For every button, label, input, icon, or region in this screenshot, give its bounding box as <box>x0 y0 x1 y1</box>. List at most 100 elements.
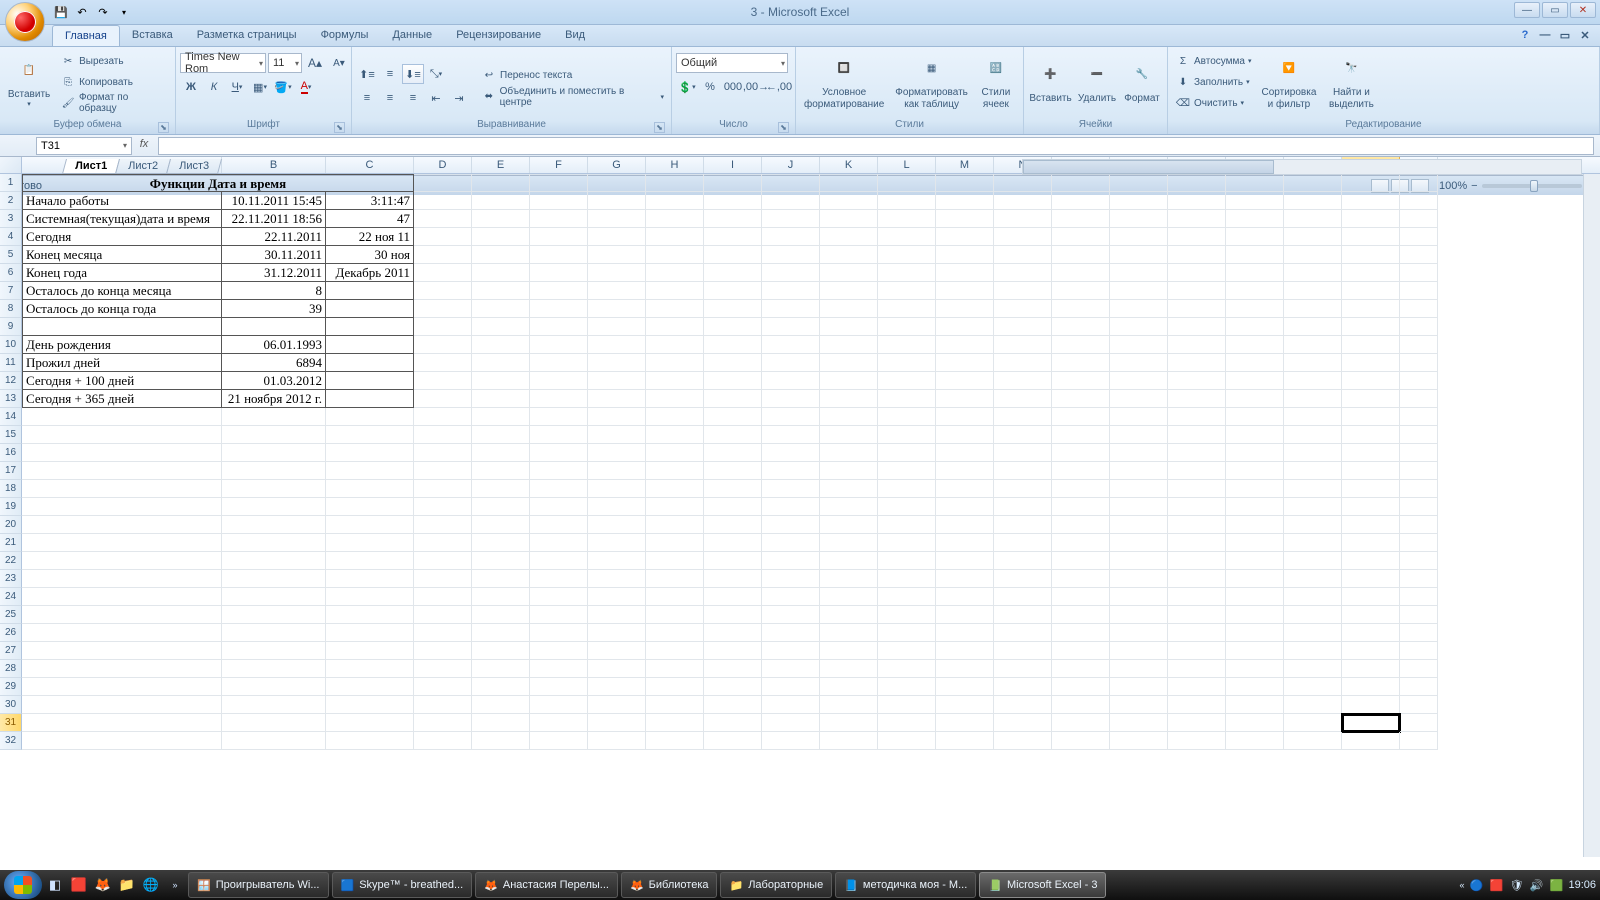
cell[interactable] <box>1168 498 1226 516</box>
cell[interactable] <box>326 678 414 696</box>
cell[interactable] <box>1342 552 1400 570</box>
cell[interactable] <box>820 462 878 480</box>
ribbon-close-icon[interactable]: ✕ <box>1578 28 1592 42</box>
cell[interactable] <box>646 732 704 750</box>
row-header[interactable]: 10 <box>0 336 22 354</box>
select-all-corner[interactable] <box>0 157 22 173</box>
cell[interactable] <box>1168 606 1226 624</box>
tray-icon[interactable]: 🔊 <box>1528 877 1544 893</box>
cell[interactable] <box>414 516 472 534</box>
cell[interactable] <box>1342 606 1400 624</box>
font-dialog-icon[interactable]: ⬊ <box>334 122 345 133</box>
cell[interactable] <box>936 228 994 246</box>
cell[interactable] <box>1400 732 1438 750</box>
cell[interactable] <box>1342 300 1400 318</box>
cell[interactable] <box>1168 390 1226 408</box>
cell[interactable] <box>1226 444 1284 462</box>
cell[interactable] <box>530 732 588 750</box>
tray-icon[interactable]: 🟩 <box>1548 877 1564 893</box>
cell[interactable] <box>414 408 472 426</box>
cell[interactable] <box>530 444 588 462</box>
cell[interactable] <box>1284 336 1342 354</box>
cell[interactable] <box>704 426 762 444</box>
cell[interactable] <box>762 570 820 588</box>
cell[interactable] <box>472 192 530 210</box>
cell[interactable] <box>646 444 704 462</box>
cell[interactable] <box>1226 228 1284 246</box>
row-header[interactable]: 27 <box>0 642 22 660</box>
cell[interactable] <box>820 660 878 678</box>
cell[interactable]: Системная(текущая)дата и время <box>22 210 222 228</box>
cell[interactable] <box>646 570 704 588</box>
cell[interactable] <box>1052 354 1110 372</box>
cell[interactable] <box>878 174 936 192</box>
sort-filter-button[interactable]: 🔽Сортировка и фильтр <box>1258 49 1321 115</box>
cell[interactable] <box>762 282 820 300</box>
cell[interactable] <box>1226 174 1284 192</box>
cell[interactable] <box>472 228 530 246</box>
cell[interactable] <box>994 426 1052 444</box>
cell[interactable] <box>762 678 820 696</box>
cell[interactable] <box>472 570 530 588</box>
cell[interactable]: 39 <box>222 300 326 318</box>
cell[interactable] <box>326 480 414 498</box>
cell[interactable] <box>704 480 762 498</box>
cell[interactable] <box>762 606 820 624</box>
clipboard-dialog-icon[interactable]: ⬊ <box>158 122 169 133</box>
row-header[interactable]: 11 <box>0 354 22 372</box>
cell[interactable] <box>1284 246 1342 264</box>
horizontal-scrollbar[interactable] <box>1022 159 1582 175</box>
cell[interactable] <box>994 732 1052 750</box>
cell[interactable] <box>878 552 936 570</box>
cell[interactable] <box>936 390 994 408</box>
cell[interactable] <box>762 192 820 210</box>
cell[interactable] <box>472 732 530 750</box>
cell[interactable] <box>1342 696 1400 714</box>
cell[interactable] <box>222 408 326 426</box>
cell[interactable] <box>820 552 878 570</box>
cell[interactable] <box>820 426 878 444</box>
cell[interactable] <box>994 372 1052 390</box>
cell[interactable]: Прожил дней <box>22 354 222 372</box>
office-button[interactable] <box>5 2 45 42</box>
cell[interactable] <box>994 228 1052 246</box>
cell[interactable] <box>704 570 762 588</box>
cell[interactable] <box>222 642 326 660</box>
cell[interactable]: Конец месяца <box>22 246 222 264</box>
cell[interactable] <box>326 408 414 426</box>
cell[interactable] <box>1052 210 1110 228</box>
cell[interactable] <box>1284 264 1342 282</box>
cell[interactable] <box>588 282 646 300</box>
cell[interactable] <box>414 570 472 588</box>
cell[interactable] <box>472 624 530 642</box>
cell[interactable] <box>762 228 820 246</box>
row-header[interactable]: 15 <box>0 426 22 444</box>
cell[interactable] <box>1284 354 1342 372</box>
row-header[interactable]: 8 <box>0 300 22 318</box>
cell[interactable] <box>1052 264 1110 282</box>
fill-color-button[interactable]: 🪣▾ <box>272 77 294 97</box>
cell[interactable] <box>1168 300 1226 318</box>
cell[interactable]: 21 ноября 2012 г. <box>222 390 326 408</box>
cell[interactable] <box>326 372 414 390</box>
cell[interactable] <box>994 390 1052 408</box>
cell[interactable] <box>588 714 646 732</box>
number-format-combo[interactable]: Общий▾ <box>676 53 788 73</box>
cell[interactable] <box>472 498 530 516</box>
cell[interactable] <box>646 552 704 570</box>
cell[interactable] <box>1400 552 1438 570</box>
cell[interactable] <box>994 660 1052 678</box>
fx-icon[interactable]: fx <box>136 138 152 154</box>
cell[interactable] <box>646 588 704 606</box>
cell[interactable]: 22.11.2011 <box>222 228 326 246</box>
cell[interactable] <box>704 642 762 660</box>
cell[interactable] <box>530 174 588 192</box>
cell[interactable] <box>1110 732 1168 750</box>
cell[interactable] <box>936 570 994 588</box>
format-as-table-button[interactable]: ▦Форматировать как таблицу <box>891 49 972 115</box>
cell[interactable] <box>1342 354 1400 372</box>
cell[interactable] <box>878 570 936 588</box>
taskbar-app-button[interactable]: 🟦Skype™ - breathed... <box>332 872 473 898</box>
cell[interactable] <box>1168 408 1226 426</box>
cell[interactable] <box>704 462 762 480</box>
